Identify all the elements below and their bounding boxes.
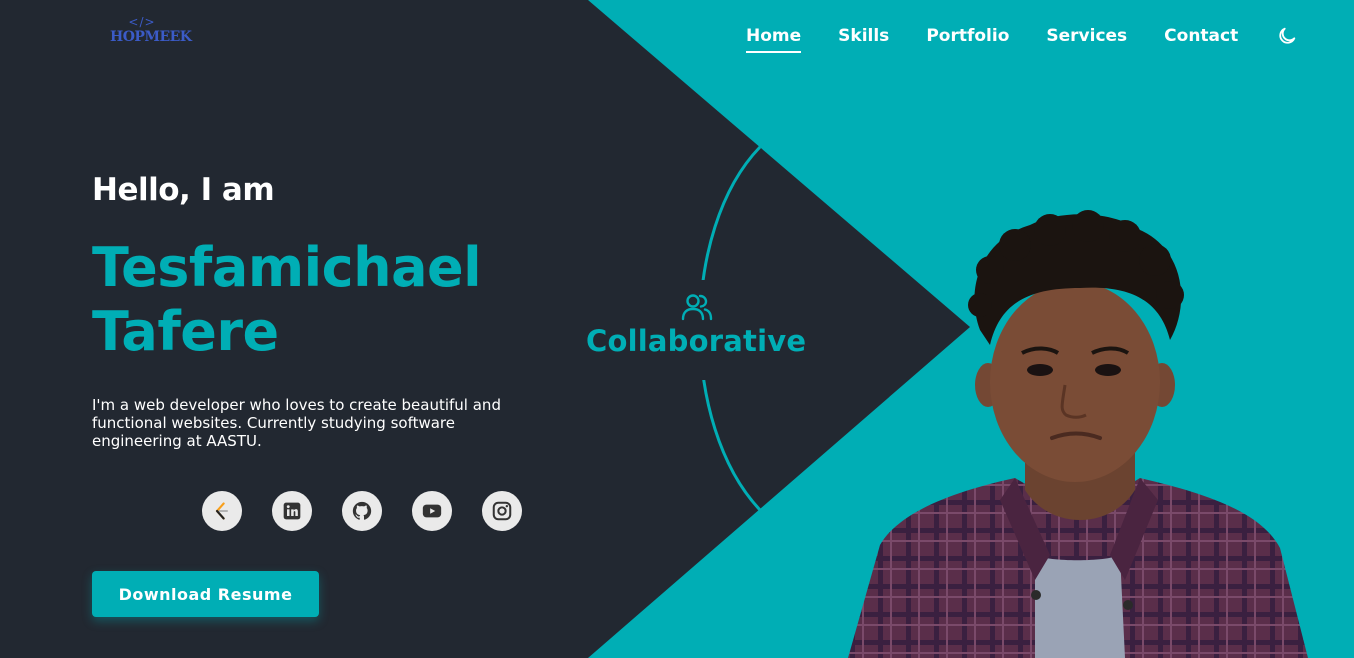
nav-home[interactable]: Home — [746, 24, 802, 53]
linkedin-link[interactable] — [272, 491, 312, 531]
eye-right — [1095, 364, 1121, 376]
face — [990, 282, 1160, 482]
github-icon — [352, 501, 372, 520]
brand-logo[interactable]: </> HOPMEEK — [110, 15, 192, 56]
youtube-link[interactable] — [412, 491, 452, 531]
download-resume-button[interactable]: Download Resume — [92, 571, 319, 617]
nav-contact[interactable]: Contact — [1164, 24, 1238, 48]
hero-name-first: Tesfamichael — [92, 236, 482, 299]
users-icon — [681, 294, 713, 321]
eye-left — [1027, 364, 1053, 376]
social-links — [202, 491, 552, 531]
nav-services[interactable]: Services — [1046, 24, 1127, 48]
hero-name-last: Tafere — [92, 300, 279, 363]
hero-greeting: Hello, I am — [92, 172, 275, 208]
hero-name: Tesfamichael Tafere — [92, 236, 482, 364]
leetcode-icon — [215, 502, 229, 520]
hero-section: </> HOPMEEK Home Skills Portfolio Servic… — [0, 0, 1354, 658]
linkedin-icon — [283, 502, 301, 520]
logo-code-glyph: </> — [128, 15, 156, 29]
theme-toggle-button[interactable] — [1275, 24, 1299, 48]
moon-icon — [1279, 27, 1296, 44]
instagram-link[interactable] — [482, 491, 522, 531]
youtube-icon — [422, 504, 442, 518]
main-nav: Home Skills Portfolio Services Contact — [746, 24, 1299, 53]
trait-label: Collaborative — [586, 324, 807, 358]
github-link[interactable] — [342, 491, 382, 531]
t-shirt-neck — [1035, 555, 1125, 658]
leetcode-link[interactable] — [202, 491, 242, 531]
nav-portfolio[interactable]: Portfolio — [926, 24, 1009, 48]
hero-bio: I'm a web developer who loves to create … — [92, 396, 501, 450]
logo-wordmark: HOPMEEK — [110, 29, 192, 45]
nav-skills[interactable]: Skills — [838, 24, 889, 48]
profile-photo — [848, 210, 1308, 658]
instagram-icon — [492, 501, 512, 521]
